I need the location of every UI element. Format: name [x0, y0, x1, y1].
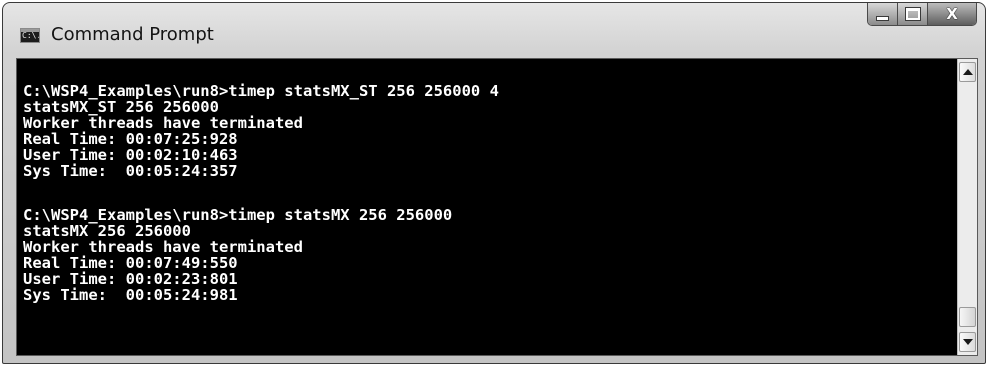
maximize-icon [904, 7, 921, 21]
scroll-down-arrow-icon [962, 339, 973, 345]
minimize-icon [876, 15, 889, 21]
vertical-scrollbar[interactable] [957, 59, 977, 355]
console-output[interactable]: C:\WSP4_Examples\run8>timep statsMX_ST 2… [16, 58, 978, 356]
console-line: Sys Time: 00:05:24:357 [23, 162, 238, 180]
minimize-button[interactable] [868, 3, 898, 25]
console-line: Sys Time: 00:05:24:981 [23, 286, 238, 304]
scroll-up-button[interactable] [959, 62, 976, 82]
window-title: Command Prompt [51, 24, 214, 45]
maximize-button[interactable] [898, 3, 928, 25]
title-bar[interactable]: C:\. Command Prompt X [3, 3, 985, 57]
scroll-thumb[interactable] [959, 307, 976, 327]
console-text-area[interactable]: C:\WSP4_Examples\run8>timep statsMX_ST 2… [17, 59, 959, 355]
close-icon: X [946, 5, 958, 23]
close-button[interactable]: X [928, 3, 976, 25]
cmd-console-icon[interactable]: C:\. [20, 28, 40, 43]
command-prompt-window: C:\. Command Prompt X C:\WSP4_Examples\r… [2, 2, 986, 364]
cmd-icon-text: C:\. [22, 31, 40, 40]
scroll-up-arrow-icon [962, 69, 973, 75]
scroll-down-button[interactable] [959, 332, 976, 352]
window-controls: X [867, 3, 977, 26]
